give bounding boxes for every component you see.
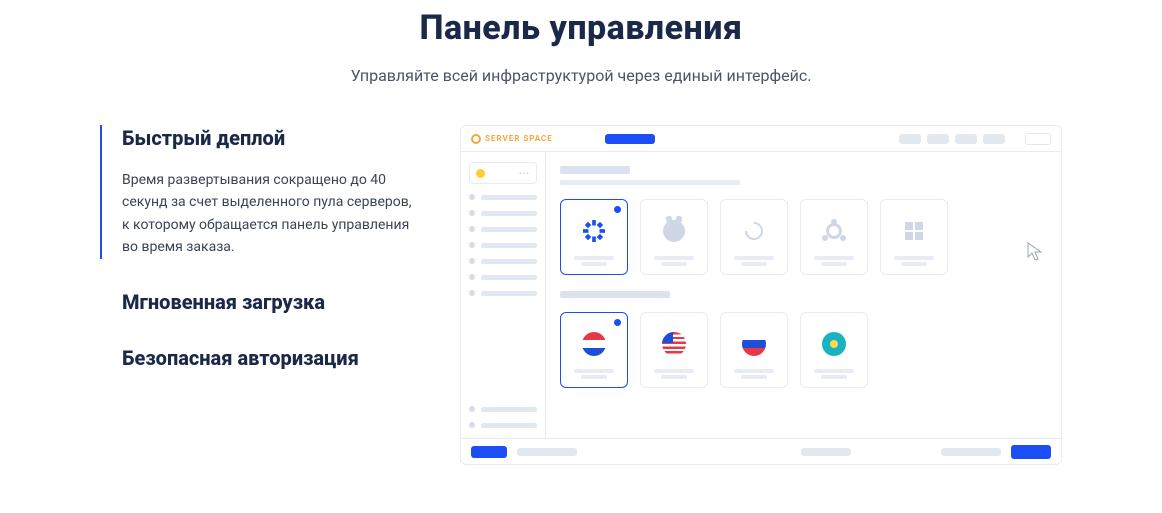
- feature-heading: Быстрый деплой: [122, 125, 420, 151]
- feature-secure-auth[interactable]: Безопасная авторизация: [100, 345, 420, 371]
- sidebar-item: [469, 290, 537, 296]
- bottom-action-button: [1011, 445, 1051, 459]
- logo-text: SERVER SPACE: [485, 134, 553, 143]
- sidebar-item: [469, 406, 537, 412]
- sidebar-item: [469, 422, 537, 428]
- topbar-item: [899, 134, 921, 144]
- freebsd-icon: [663, 208, 685, 254]
- feature-instant-load[interactable]: Мгновенная загрузка: [100, 289, 420, 315]
- sidebar-item: [469, 226, 537, 232]
- control-panel-illustration: SERVER SPACE: [460, 125, 1062, 465]
- page-subtitle: Управляйте всей инфраструктурой через ед…: [0, 66, 1162, 85]
- region-card-row: [560, 312, 1047, 388]
- sidebar-project-chip: •••: [469, 162, 537, 184]
- flag-usa-icon: [662, 321, 686, 367]
- flag-kazakhstan-icon: [822, 321, 846, 367]
- bottom-text: [941, 448, 1001, 456]
- region-card-kazakhstan: [800, 312, 868, 388]
- sidebar-item: [469, 242, 537, 248]
- project-dot-icon: [476, 169, 485, 178]
- illustration-bottombar: [461, 438, 1061, 464]
- feature-heading: Мгновенная загрузка: [122, 289, 420, 315]
- page-title: Панель управления: [0, 8, 1162, 48]
- centos-icon: [583, 208, 605, 254]
- flag-russia-icon: [742, 321, 766, 367]
- bottom-text: [801, 448, 851, 456]
- flag-netherlands-icon: [582, 321, 606, 367]
- logo-mark-icon: [471, 134, 481, 144]
- topbar-active-pill: [605, 134, 655, 144]
- feature-fast-deploy[interactable]: Быстрый деплой Время развертывания сокра…: [100, 125, 420, 259]
- bottom-pill: [471, 446, 507, 458]
- selected-dot-icon: [614, 319, 621, 326]
- illustration-sidebar: •••: [461, 152, 546, 438]
- ubuntu-icon: [823, 208, 845, 254]
- cursor-icon: [1027, 242, 1043, 266]
- bottom-text: [517, 448, 577, 456]
- feature-description: Время развертывания сокращено до 40 секу…: [122, 169, 420, 259]
- ellipsis-icon: •••: [519, 169, 530, 178]
- topbar-item: [927, 134, 949, 144]
- illustration-topbar: SERVER SPACE: [461, 126, 1061, 152]
- os-card-freebsd: [640, 199, 708, 275]
- serverspace-logo: SERVER SPACE: [471, 134, 553, 144]
- region-card-netherlands: [560, 312, 628, 388]
- selected-dot-icon: [614, 206, 621, 213]
- feature-list: Быстрый деплой Время развертывания сокра…: [100, 125, 420, 465]
- os-card-row: [560, 199, 1047, 275]
- section-divider: [560, 291, 670, 298]
- os-card-ubuntu: [800, 199, 868, 275]
- illustration-main: [546, 152, 1061, 438]
- region-card-russia: [720, 312, 788, 388]
- os-card-debian: [720, 199, 788, 275]
- feature-heading: Безопасная авторизация: [122, 345, 420, 371]
- topbar-item: [955, 134, 977, 144]
- topbar-right-chip: [1025, 133, 1051, 145]
- illustration-main-header: [560, 166, 1047, 185]
- sidebar-item: [469, 274, 537, 280]
- region-card-usa: [640, 312, 708, 388]
- sidebar-item: [469, 210, 537, 216]
- debian-icon: [745, 208, 763, 254]
- windows-icon: [905, 208, 923, 254]
- topbar-item: [983, 134, 1005, 144]
- os-card-centos: [560, 199, 628, 275]
- sidebar-item: [469, 194, 537, 200]
- os-card-windows: [880, 199, 948, 275]
- sidebar-item: [469, 258, 537, 264]
